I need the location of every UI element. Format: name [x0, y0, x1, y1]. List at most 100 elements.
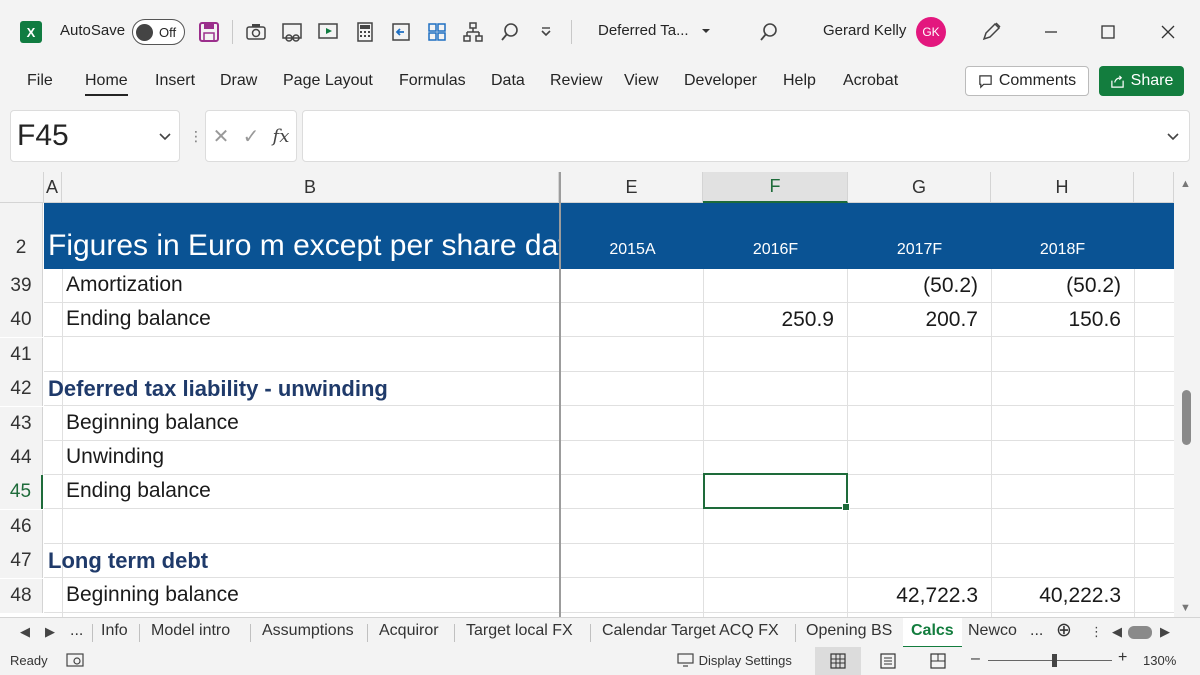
- col-header-e[interactable]: E: [561, 172, 703, 203]
- display-settings-button[interactable]: Display Settings: [677, 653, 792, 668]
- maximize-button[interactable]: [1093, 17, 1123, 47]
- band-title[interactable]: Figures in Euro m except per share data: [48, 229, 560, 263]
- freeze-pane-divider[interactable]: [559, 172, 561, 617]
- row-42-label[interactable]: Deferred tax liability - unwinding: [48, 376, 388, 402]
- chevron-down-icon[interactable]: [157, 128, 173, 144]
- document-title[interactable]: Deferred Ta...: [598, 22, 711, 39]
- year-2017f[interactable]: 2017F: [848, 241, 991, 259]
- row-47-label[interactable]: Long term debt: [48, 548, 208, 574]
- cell-h39[interactable]: (50.2): [991, 274, 1121, 298]
- tab-home[interactable]: Home: [85, 72, 128, 96]
- worksheet-grid[interactable]: A B E F G H 2 Figures in Euro m except p…: [0, 172, 1200, 617]
- cell-h48[interactable]: 40,222.3: [991, 584, 1121, 608]
- sheet-tab-model-intro[interactable]: Model intro: [151, 622, 230, 640]
- row-header-40[interactable]: 40: [0, 303, 43, 337]
- row-39-label[interactable]: Amortization: [66, 273, 183, 297]
- sheet-tab-target-local-fx[interactable]: Target local FX: [466, 622, 573, 640]
- customize-toolbar-chevron-icon[interactable]: [533, 19, 559, 45]
- scroll-down-icon[interactable]: ▼: [1180, 602, 1191, 614]
- scroll-up-icon[interactable]: ▲: [1180, 178, 1191, 190]
- zoom-level[interactable]: 130%: [1143, 653, 1176, 668]
- share-button[interactable]: Share: [1099, 66, 1184, 96]
- sheet-tab-calendar-target-acq-fx[interactable]: Calendar Target ACQ FX: [602, 622, 779, 640]
- autosave-toggle[interactable]: Off: [132, 19, 185, 45]
- sheet-tab-opening-bs[interactable]: Opening BS: [806, 622, 892, 640]
- col-header-h[interactable]: H: [991, 172, 1134, 203]
- user-name[interactable]: Gerard Kelly: [823, 22, 906, 39]
- tab-developer[interactable]: Developer: [684, 72, 757, 90]
- col-header-a[interactable]: A: [44, 172, 62, 203]
- prev-sheet-icon[interactable]: ◀: [20, 624, 30, 640]
- cell-g40[interactable]: 200.7: [848, 308, 978, 332]
- cancel-icon[interactable]: ✕: [213, 124, 230, 149]
- next-sheet-icon[interactable]: ▶: [45, 624, 55, 640]
- tab-insert[interactable]: Insert: [155, 72, 195, 90]
- search-icon[interactable]: [497, 19, 523, 45]
- row-48-label[interactable]: Beginning balance: [66, 583, 239, 607]
- row-header-44[interactable]: 44: [0, 441, 43, 475]
- year-2018f[interactable]: 2018F: [991, 241, 1134, 259]
- row-header-43[interactable]: 43: [0, 407, 43, 441]
- formula-bar-grip-icon[interactable]: ⋮: [189, 128, 203, 145]
- col-header-f[interactable]: F: [703, 172, 848, 203]
- tab-page-layout[interactable]: Page Layout: [283, 72, 373, 90]
- row-40-label[interactable]: Ending balance: [66, 307, 211, 331]
- year-2016f[interactable]: 2016F: [704, 241, 847, 259]
- add-sheet-icon[interactable]: ⊕: [1056, 619, 1072, 642]
- grid-view-icon[interactable]: [424, 19, 450, 45]
- import-icon[interactable]: [388, 19, 414, 45]
- scrollbar-thumb[interactable]: [1182, 390, 1191, 445]
- tell-me-search-icon[interactable]: [756, 19, 782, 45]
- zoom-in-button[interactable]: +: [1118, 649, 1127, 667]
- col-header-next[interactable]: [1134, 172, 1174, 203]
- sheet-tab-info[interactable]: Info: [101, 622, 128, 640]
- sheet-tab-calcs[interactable]: Calcs: [903, 618, 962, 648]
- close-button[interactable]: [1153, 17, 1183, 47]
- cell-g48[interactable]: 42,722.3: [848, 584, 978, 608]
- row-header-42[interactable]: 42: [0, 372, 43, 406]
- select-all-corner[interactable]: [0, 172, 44, 203]
- formula-input[interactable]: [302, 110, 1190, 162]
- pen-icon[interactable]: [978, 19, 1004, 45]
- row-header-46[interactable]: 46: [0, 510, 43, 544]
- camera-icon[interactable]: [243, 19, 269, 45]
- row-header-41[interactable]: 41: [0, 338, 43, 372]
- sheet-tab-assumptions[interactable]: Assumptions: [262, 622, 354, 640]
- tab-draw[interactable]: Draw: [220, 72, 257, 90]
- tab-scroll-grip-icon[interactable]: ⋮: [1090, 624, 1103, 640]
- sheet-tab-newco[interactable]: Newco: [968, 622, 1017, 640]
- calculator-icon[interactable]: [352, 19, 378, 45]
- present-icon[interactable]: [315, 19, 341, 45]
- tab-data[interactable]: Data: [491, 72, 525, 90]
- row-header-39[interactable]: 39: [0, 269, 43, 303]
- row-45-label[interactable]: Ending balance: [66, 479, 211, 503]
- sheet-tab-acquiror[interactable]: Acquiror: [379, 622, 439, 640]
- zoom-slider[interactable]: [988, 660, 1112, 661]
- name-box[interactable]: F45: [10, 110, 180, 162]
- save-icon[interactable]: [196, 19, 222, 45]
- accessibility-icon[interactable]: [66, 653, 84, 670]
- zoom-slider-knob[interactable]: [1052, 654, 1057, 667]
- tab-acrobat[interactable]: Acrobat: [843, 72, 898, 90]
- minimize-button[interactable]: [1036, 17, 1066, 47]
- tab-review[interactable]: Review: [550, 72, 602, 90]
- year-2015a[interactable]: 2015A: [561, 241, 704, 259]
- comments-button[interactable]: Comments: [965, 66, 1089, 96]
- col-header-b[interactable]: B: [62, 172, 559, 203]
- read-mode-icon[interactable]: [279, 19, 305, 45]
- normal-view-button[interactable]: [815, 647, 861, 675]
- tab-view[interactable]: View: [624, 72, 658, 90]
- insert-function-button[interactable]: fx: [273, 126, 290, 147]
- avatar[interactable]: GK: [916, 17, 946, 47]
- expand-formula-bar-icon[interactable]: [1165, 128, 1181, 144]
- scroll-left-icon[interactable]: ◀: [1112, 624, 1122, 640]
- enter-check-icon[interactable]: ✓: [243, 124, 260, 149]
- row-44-label[interactable]: Unwinding: [66, 445, 164, 469]
- sheet-tab-more-right[interactable]: ...: [1030, 622, 1043, 640]
- cell-f40[interactable]: 250.9: [704, 308, 834, 332]
- cell-g39[interactable]: (50.2): [848, 274, 978, 298]
- tab-help[interactable]: Help: [783, 72, 816, 90]
- hierarchy-icon[interactable]: [460, 19, 486, 45]
- page-break-view-icon[interactable]: [930, 653, 946, 672]
- scroll-right-icon[interactable]: ▶: [1160, 624, 1170, 640]
